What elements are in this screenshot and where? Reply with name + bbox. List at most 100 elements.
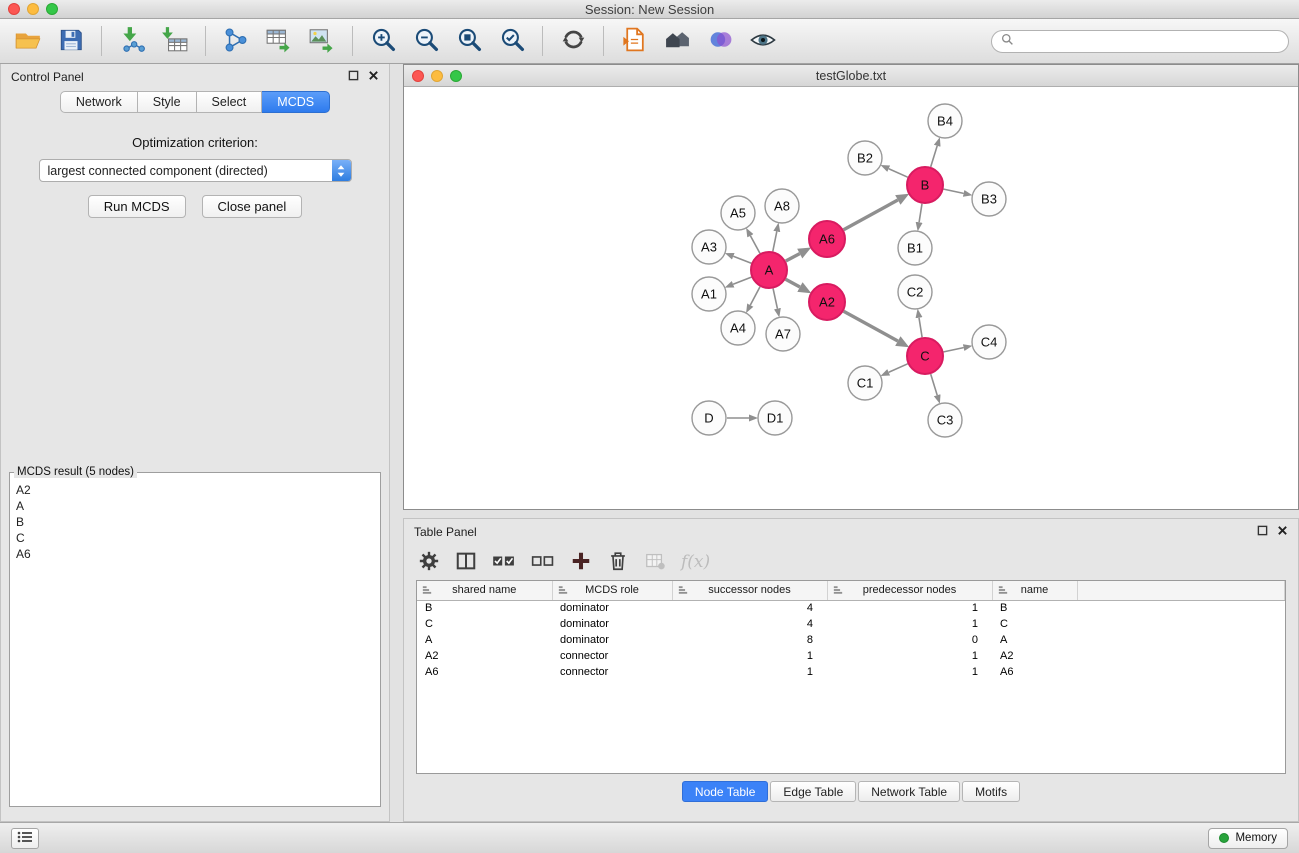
show-hide-button[interactable] [745,23,781,59]
table-cell[interactable]: 1 [672,648,827,664]
optimization-dropdown[interactable]: largest connected component (directed) [39,159,352,182]
task-history-button[interactable] [11,828,39,849]
table-cell[interactable]: connector [552,664,672,680]
network-node-B4[interactable]: B4 [928,104,962,138]
table-cell[interactable]: 8 [672,632,827,648]
network-node-A[interactable]: A [751,252,787,288]
home-view-button[interactable] [659,23,695,59]
search-input[interactable] [1019,34,1279,48]
table-cell[interactable]: 1 [827,648,992,664]
tab-motifs[interactable]: Motifs [962,781,1020,802]
tab-mcds[interactable]: MCDS [262,91,330,113]
network-node-A7[interactable]: A7 [766,317,800,351]
network-edge-A-A5[interactable] [750,236,760,254]
network-edge-B-B2[interactable] [889,169,908,178]
table-cell[interactable]: A [992,632,1077,648]
network-node-A8[interactable]: A8 [765,189,799,223]
zoom-selected-button[interactable] [494,23,530,59]
float-table-panel-button[interactable] [1257,524,1268,539]
unselect-all-columns-button[interactable] [531,552,555,573]
table-cell[interactable]: A [417,632,552,648]
search-box[interactable] [991,30,1289,53]
network-edge-A-A7[interactable] [773,289,777,309]
close-network-button[interactable] [412,70,424,82]
network-node-B2[interactable]: B2 [848,141,882,175]
table-cell[interactable]: A6 [417,664,552,680]
zoom-in-button[interactable] [365,23,401,59]
export-image-button[interactable] [304,23,340,59]
show-columns-button[interactable] [455,550,477,575]
select-all-columns-button[interactable] [492,552,516,573]
open-session-button[interactable] [10,23,46,59]
table-row[interactable]: A2connector11A2 [417,648,1285,664]
zoom-window-button[interactable] [46,3,58,15]
table-row[interactable]: Adominator80A [417,632,1285,648]
close-panel-button[interactable] [368,69,379,84]
mcds-result-item[interactable]: A6 [16,546,374,562]
network-edge-C-C1[interactable] [889,364,908,373]
column-header-predecessor-nodes[interactable]: predecessor nodes [827,581,992,600]
network-edge-A-A8[interactable] [773,232,777,252]
network-edge-B-B3[interactable] [944,189,964,193]
add-column-button[interactable] [570,550,592,575]
run-mcds-button[interactable]: Run MCDS [88,195,186,218]
network-edge-C-C4[interactable] [944,348,964,352]
network-edge-A-A2[interactable] [786,279,800,287]
analysis-button[interactable] [702,23,738,59]
table-cell[interactable]: C [417,616,552,632]
table-cell[interactable]: dominator [552,616,672,632]
zoom-network-button[interactable] [450,70,462,82]
mcds-result-item[interactable]: A2 [16,482,374,498]
tab-network-table[interactable]: Network Table [858,781,960,802]
network-node-D1[interactable]: D1 [758,401,792,435]
close-window-button[interactable] [8,3,20,15]
column-header-MCDS-role[interactable]: MCDS role [552,581,672,600]
network-node-C1[interactable]: C1 [848,366,882,400]
network-node-A4[interactable]: A4 [721,311,755,345]
column-header-shared-name[interactable]: shared name [417,581,552,600]
tab-network[interactable]: Network [60,91,138,113]
close-table-panel-button[interactable] [1277,524,1288,539]
network-node-D[interactable]: D [692,401,726,435]
network-node-C2[interactable]: C2 [898,275,932,309]
export-table-button[interactable] [261,23,297,59]
table-cell[interactable]: B [992,600,1077,616]
minimize-network-button[interactable] [431,70,443,82]
network-node-A6[interactable]: A6 [809,221,845,257]
delete-column-button[interactable] [607,550,629,575]
network-edge-C-C2[interactable] [919,318,922,338]
table-options-button[interactable] [418,550,440,575]
import-table-button[interactable] [157,23,193,59]
network-edge-C-C3[interactable] [931,374,938,395]
column-header-successor-nodes[interactable]: successor nodes [672,581,827,600]
refresh-layout-button[interactable] [555,23,591,59]
function-builder-button[interactable]: f(x) [681,552,710,572]
network-node-B1[interactable]: B1 [898,231,932,265]
minimize-window-button[interactable] [27,3,39,15]
table-cell[interactable]: 4 [672,616,827,632]
network-node-B[interactable]: B [907,167,943,203]
mcds-result-item[interactable]: B [16,514,374,530]
float-panel-button[interactable] [348,69,359,84]
save-session-button[interactable] [53,23,89,59]
network-node-C[interactable]: C [907,338,943,374]
table-cell[interactable]: dominator [552,632,672,648]
delete-table-button[interactable] [644,550,666,575]
tab-select[interactable]: Select [197,91,263,113]
table-cell[interactable]: A2 [992,648,1077,664]
tab-style[interactable]: Style [138,91,197,113]
zoom-out-button[interactable] [408,23,444,59]
network-node-A5[interactable]: A5 [721,196,755,230]
network-edge-A-A3[interactable] [733,256,751,263]
network-edge-A-A1[interactable] [733,277,751,284]
network-node-B3[interactable]: B3 [972,182,1006,216]
report-button[interactable] [616,23,652,59]
network-edge-A-A6[interactable] [786,254,800,261]
network-node-A2[interactable]: A2 [809,284,845,320]
network-graph[interactable]: B4B2BB3A5A8A6B1A3AC2A1A2A4A7CC4C1C3DD1 [404,87,1298,509]
network-node-C4[interactable]: C4 [972,325,1006,359]
table-cell[interactable]: 4 [672,600,827,616]
table-cell[interactable]: A6 [992,664,1077,680]
network-edge-B-B1[interactable] [919,204,922,223]
table-cell[interactable]: 1 [672,664,827,680]
